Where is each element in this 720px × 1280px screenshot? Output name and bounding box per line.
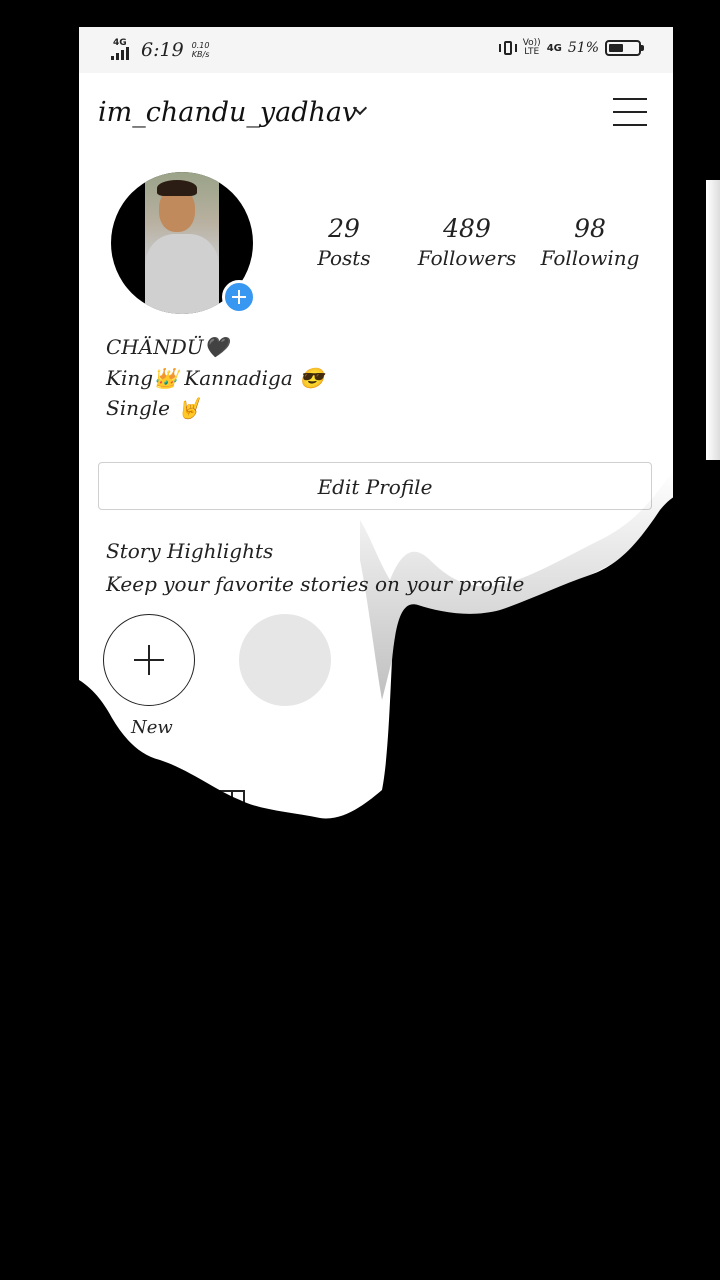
highlights-title: Story Highlights: [106, 539, 274, 563]
stat-posts[interactable]: 29 Posts: [294, 214, 394, 272]
profile-header: im_chandu_yadhav: [79, 73, 673, 153]
status-right: Vo)) LTE 4G 51%: [498, 39, 644, 57]
highlights-subtitle: Keep your favorite stories on your profi…: [106, 572, 525, 596]
volte-indicator: Vo)) LTE: [523, 39, 541, 57]
clock: 6:19: [141, 39, 184, 61]
new-highlight-label: New: [131, 717, 173, 738]
grid-tab-indicator: [224, 849, 348, 851]
stat-followers[interactable]: 489 Followers: [411, 214, 523, 272]
story-highlights: Story Highlights Keep your favorite stor…: [106, 535, 524, 601]
phone-screen: 4G 6:19 0.10 KB/s Vo)) LTE 4G 51% im_cha…: [79, 27, 673, 1280]
network-type: 4G: [546, 42, 562, 54]
highlight-placeholder: [239, 614, 331, 706]
edit-profile-button[interactable]: Edit Profile: [98, 462, 652, 510]
followers-label: Followers: [417, 246, 517, 270]
following-count: 98: [574, 214, 606, 243]
battery-percent: 51%: [567, 40, 599, 56]
net-speed-unit: KB/s: [191, 50, 210, 59]
hamburger-menu-icon[interactable]: [613, 98, 647, 128]
status-bar: 4G 6:19 0.10 KB/s Vo)) LTE 4G 51%: [79, 27, 673, 73]
net-speed: 0.10 KB/s: [192, 41, 210, 59]
posts-label: Posts: [317, 246, 371, 270]
bio-name: CHÄNDÜ🖤: [106, 335, 229, 359]
bio-line: Single 🤘: [106, 396, 202, 420]
grid-icon[interactable]: [207, 790, 245, 828]
username-switcher[interactable]: im_chandu_yadhav: [98, 97, 357, 128]
status-left: 4G 6:19 0.10 KB/s: [111, 38, 210, 61]
net-speed-value: 0.10: [191, 41, 210, 50]
followers-count: 489: [443, 214, 491, 243]
new-highlight-button[interactable]: [103, 614, 195, 706]
bio-line: King👑 Kannadiga 😎: [106, 365, 325, 390]
volte-bottom: LTE: [524, 47, 540, 57]
posts-count: 29: [328, 214, 360, 243]
bio: CHÄNDÜ🖤 King👑 Kannadiga 😎 Single 🤘: [106, 332, 324, 424]
add-story-icon[interactable]: [222, 280, 256, 314]
vibrate-icon: [498, 39, 517, 57]
following-label: Following: [540, 246, 640, 270]
stat-following[interactable]: 98 Following: [537, 214, 643, 272]
profile-photo: [145, 172, 219, 314]
background-strip: [706, 180, 720, 460]
battery-icon: [605, 40, 644, 56]
signal-icon: 4G: [111, 38, 135, 60]
